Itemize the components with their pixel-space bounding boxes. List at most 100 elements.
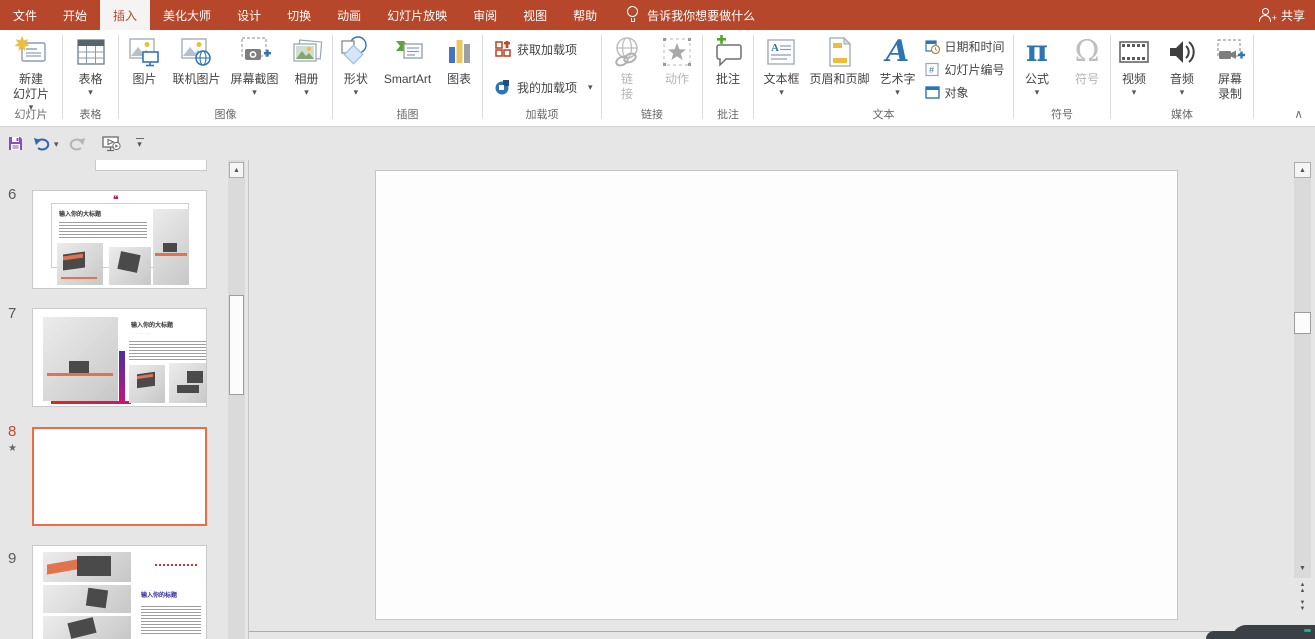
thumbnail-slide-6[interactable]: ❛❛ · · · · · · 输入你的大标题 [32, 190, 207, 289]
text-box-icon: A [763, 35, 799, 69]
canvas-scroll-down-button[interactable]: ▼ [1294, 562, 1311, 576]
undo-button[interactable]: ▾ [33, 136, 59, 152]
object-button[interactable]: 对象 [922, 82, 1008, 103]
screen-recording-button[interactable]: 屏幕 录制 [1208, 30, 1252, 102]
share-button[interactable]: + 共享 [1259, 0, 1305, 30]
canvas-scrollbar-thumb[interactable] [1294, 312, 1311, 334]
tab-insert[interactable]: 插入 [100, 0, 150, 30]
screenshot-caret: ▾ [252, 88, 257, 97]
chart-icon [441, 35, 477, 69]
tell-me-box[interactable]: 告诉我你想要做什么 [626, 0, 755, 30]
shapes-caret: ▾ [354, 88, 359, 97]
screenshot-label: 屏幕截图 [231, 72, 279, 87]
thumbnail-slide-8-selected[interactable] [32, 427, 207, 526]
thumbnail-slide-5-partial[interactable] [95, 160, 207, 171]
canvas-scroll-up-button[interactable]: ▲ [1294, 162, 1311, 178]
date-time-label: 日期和时间 [945, 38, 1005, 55]
tab-home[interactable]: 开始 [50, 0, 100, 30]
group-title-comments: 批注 [703, 106, 753, 122]
tab-design[interactable]: 设计 [224, 0, 274, 30]
wordart-caret: ▾ [895, 88, 900, 97]
group-title-illustrations: 插图 [333, 106, 482, 122]
slide-8-canvas[interactable] [375, 170, 1178, 620]
tell-me-label: 告诉我你想要做什么 [647, 7, 755, 24]
photo-album-button[interactable]: 相册 ▾ [285, 30, 329, 97]
link-button: 链 接 [605, 30, 649, 102]
undo-caret[interactable]: ▾ [54, 140, 59, 149]
screen-recording-icon [1212, 35, 1248, 69]
photo-album-caret: ▾ [304, 88, 309, 97]
smartart-button[interactable]: SmartArt [380, 30, 435, 87]
link-label-1: 链 [621, 72, 633, 87]
canvas-scrollbar-track[interactable] [1294, 178, 1311, 578]
tab-file[interactable]: 文件 [0, 0, 50, 30]
video-icon [1116, 35, 1152, 69]
canvas-scrollbar[interactable]: ▲ ▼ ▲▲ ▼▼ [1292, 160, 1315, 639]
new-slide-icon [13, 35, 49, 69]
tab-review[interactable]: 审阅 [460, 0, 510, 30]
tab-beautify[interactable]: 美化大师 [150, 0, 224, 30]
slide-number-button[interactable]: # 幻灯片编号 [922, 59, 1008, 80]
save-button[interactable] [7, 135, 24, 152]
slide-6-title: 输入你的大标题 [59, 212, 101, 219]
smartart-icon [390, 35, 426, 69]
group-title-text: 文本 [754, 106, 1013, 122]
tab-view[interactable]: 视图 [510, 0, 560, 30]
equation-label: 公式 [1025, 72, 1049, 87]
symbol-label: 符号 [1075, 72, 1099, 87]
table-caret: ▾ [88, 88, 93, 97]
slide-number-label: 幻灯片编号 [945, 61, 1005, 78]
audio-button[interactable]: 音频 ▾ [1160, 30, 1204, 97]
start-from-beginning-button[interactable] [101, 135, 121, 152]
my-addins-label: 我的加载项 [517, 79, 577, 96]
new-slide-label-2: 幻灯片 [13, 87, 49, 102]
svg-text:#: # [929, 65, 934, 75]
shapes-icon [338, 35, 374, 69]
online-pictures-label: 联机图片 [172, 72, 220, 87]
text-box-button[interactable]: A 文本框 ▾ [759, 30, 803, 97]
svg-text:A: A [771, 42, 779, 54]
thumbnail-slide-7[interactable]: 输入你的大标题 · · · · · · · · [32, 308, 207, 407]
tab-slideshow[interactable]: 幻灯片放映 [374, 0, 460, 30]
comment-button[interactable]: 批注 [706, 30, 750, 87]
slide-6-number: 6 [8, 186, 16, 203]
tab-help[interactable]: 帮助 [560, 0, 610, 30]
tab-animations[interactable]: 动画 [324, 0, 374, 30]
collapse-ribbon-button[interactable]: ∧ [1294, 108, 1303, 120]
video-label: 视频 [1122, 72, 1146, 87]
my-addins-icon [494, 78, 512, 96]
photo-album-label: 相册 [295, 72, 319, 87]
screenshot-button[interactable]: 屏幕截图 ▾ [227, 30, 283, 97]
group-title-images: 图像 [119, 106, 332, 122]
group-title-symbols: 符号 [1014, 106, 1110, 122]
thumbnail-scroll-up-button[interactable]: ▲ [229, 162, 244, 178]
tab-transitions[interactable]: 切换 [274, 0, 324, 30]
group-title-links: 链接 [602, 106, 702, 122]
thumbnail-scrollbar[interactable]: ▲ [228, 160, 245, 639]
header-footer-button[interactable]: 页眉和页脚 [805, 30, 873, 87]
video-button[interactable]: 视频 ▾ [1112, 30, 1156, 97]
date-time-button[interactable]: 日期和时间 [922, 36, 1008, 57]
audio-icon [1164, 35, 1200, 69]
shapes-button[interactable]: 形状 ▾ [334, 30, 378, 97]
thumbnail-slide-9[interactable]: · · · · · · 输入你的标题 [32, 545, 207, 639]
wordart-button[interactable]: A 艺术字 ▾ [876, 30, 920, 97]
my-addins-button[interactable]: 我的加载项 ▾ [491, 76, 601, 98]
new-slide-button[interactable]: 新建 幻灯片 ▾ [9, 30, 53, 112]
chart-button[interactable]: 图表 [437, 30, 481, 87]
slide-8-number: 8 [8, 423, 16, 440]
group-title-addins: 加载项 [483, 106, 601, 122]
equation-button[interactable]: π 公式 ▾ [1015, 30, 1059, 97]
picture-button[interactable]: 图片 [122, 30, 166, 87]
next-slide-button[interactable]: ▼▼ [1294, 600, 1311, 615]
link-label-2: 接 [621, 87, 633, 102]
object-icon [925, 85, 940, 100]
customize-qat-button[interactable]: ▾ [136, 138, 144, 150]
get-addins-button[interactable]: 获取加载项 [491, 38, 601, 60]
online-pictures-button[interactable]: 联机图片 [168, 30, 224, 87]
thumbnail-scrollbar-thumb[interactable] [229, 295, 244, 395]
undo-icon [33, 136, 51, 152]
table-button[interactable]: 表格 ▾ [69, 30, 113, 97]
previous-slide-button[interactable]: ▲▲ [1294, 582, 1311, 597]
audio-caret: ▾ [1180, 88, 1185, 97]
